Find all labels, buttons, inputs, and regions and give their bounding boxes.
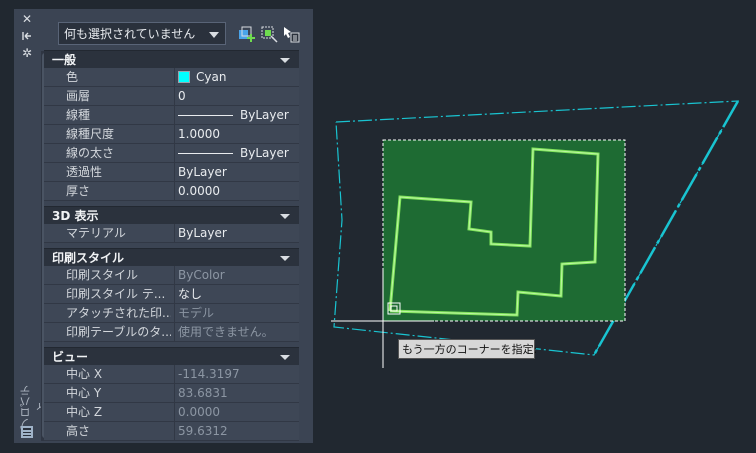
column-divider <box>174 422 175 441</box>
collapse-arrow-icon[interactable] <box>280 256 290 261</box>
column-divider <box>174 68 175 87</box>
property-value: Cyan <box>178 68 295 87</box>
property-row[interactable]: 厚さ 0.0000 <box>44 182 299 201</box>
property-label: 印刷テーブルのタ... <box>66 325 171 339</box>
property-row[interactable]: アタッチされた印... モデル <box>44 304 299 323</box>
property-row[interactable]: 印刷スタイル ByColor <box>44 266 299 285</box>
section-title: ビュー <box>52 350 89 364</box>
property-value: -114.3197 <box>178 367 240 381</box>
property-label: 透過性 <box>66 165 103 179</box>
property-label: 中心 Y <box>66 386 102 400</box>
property-value: ByLayer <box>178 165 227 179</box>
section-title: 一般 <box>52 53 77 67</box>
property-label: 印刷スタイル <box>66 268 139 282</box>
property-row[interactable]: 印刷スタイル テ... なし <box>44 285 299 304</box>
close-icon[interactable]: ✕ <box>20 12 34 26</box>
property-value: ByLayer <box>240 146 289 160</box>
property-row[interactable]: 線種尺度 1.0000 <box>44 125 299 144</box>
property-value: ByColor <box>178 268 225 282</box>
property-value: 1.0000 <box>178 127 220 141</box>
property-label: 中心 Z <box>66 405 103 419</box>
column-divider <box>174 403 175 422</box>
property-value: 0.0000 <box>178 184 220 198</box>
column-divider <box>174 384 175 403</box>
collapse-arrow-icon[interactable] <box>280 214 290 219</box>
color-swatch <box>178 71 190 83</box>
property-row[interactable]: 中心 Y 83.6831 <box>44 384 299 403</box>
property-row[interactable]: 画層 0 <box>44 87 299 106</box>
property-row[interactable]: 高さ 59.6312 <box>44 422 299 441</box>
linetype-preview <box>178 115 233 116</box>
property-label: 高さ <box>66 424 91 438</box>
selection-window <box>382 139 626 322</box>
property-value: ByLayer <box>240 108 289 122</box>
property-label: 中心 X <box>66 367 103 381</box>
palette-title-rail: ✕ ✲ プロパティ <box>14 9 48 443</box>
column-divider <box>174 182 175 201</box>
property-value: 0.0000 <box>178 405 220 419</box>
linetype-preview <box>178 153 233 154</box>
column-divider <box>174 266 175 285</box>
section-title: 3D 表示 <box>52 209 99 223</box>
properties-icon[interactable] <box>20 425 34 439</box>
property-label: 色 <box>66 70 79 84</box>
selection-dropdown-value: 何も選択されていません <box>64 27 196 41</box>
column-divider <box>174 144 175 163</box>
property-label: 線種 <box>66 108 91 122</box>
section-header-general[interactable]: 一般 <box>44 50 299 68</box>
property-label: 画層 <box>66 89 91 103</box>
selection-dropdown[interactable]: 何も選択されていません <box>58 22 226 45</box>
color-name: Cyan <box>196 70 227 84</box>
column-divider <box>174 323 175 342</box>
column-divider <box>174 285 175 304</box>
property-row[interactable]: 色 Cyan <box>44 68 299 87</box>
property-row[interactable]: 線種 ByLayer <box>44 106 299 125</box>
property-row[interactable]: 透過性 ByLayer <box>44 163 299 182</box>
property-row[interactable]: 中心 X -114.3197 <box>44 365 299 384</box>
property-row[interactable]: マテリアル ByLayer <box>44 224 299 243</box>
collapse-arrow-icon[interactable] <box>280 58 290 63</box>
property-label: マテリアル <box>66 226 126 240</box>
property-value: なし <box>178 287 203 301</box>
section-title: 印刷スタイル <box>52 251 125 265</box>
column-divider <box>174 304 175 323</box>
property-label: アタッチされた印... <box>66 306 171 320</box>
select-objects-icon[interactable] <box>260 25 278 43</box>
section-header-view[interactable]: ビュー <box>44 347 299 365</box>
quick-select-icon[interactable] <box>238 25 256 43</box>
column-divider <box>174 87 175 106</box>
section-header-plot[interactable]: 印刷スタイル <box>44 248 299 266</box>
pickadd-toggle-icon[interactable] <box>282 25 300 43</box>
drawing-canvas[interactable] <box>314 0 756 453</box>
property-value: ByLayer <box>178 226 227 240</box>
autohide-icon[interactable] <box>20 29 34 43</box>
property-row[interactable]: 線の太さ ByLayer <box>44 144 299 163</box>
palette-toolbar: 何も選択されていません <box>58 22 308 46</box>
property-label: 線種尺度 <box>66 127 115 141</box>
property-label: 印刷スタイル テ... <box>66 287 166 301</box>
property-value: 83.6831 <box>178 386 228 400</box>
section-header-3d[interactable]: 3D 表示 <box>44 206 299 224</box>
property-label: 厚さ <box>66 184 91 198</box>
property-label: 線の太さ <box>66 146 115 160</box>
property-value: 59.6312 <box>178 424 228 438</box>
column-divider <box>174 224 175 243</box>
command-tooltip: もう一方のコーナーを指定: <box>398 339 537 359</box>
property-grid: 一般色 Cyan 画層 0 線種 ByLayer 線種尺度 1.0000 線の太さ ByLayer… <box>44 50 299 441</box>
gear-icon[interactable]: ✲ <box>20 46 34 60</box>
property-value: 0 <box>178 89 186 103</box>
collapse-arrow-icon[interactable] <box>280 355 290 360</box>
chevron-down-icon <box>209 32 219 38</box>
column-divider <box>174 365 175 384</box>
property-row[interactable]: 印刷テーブルのタ... 使用できません。 <box>44 323 299 342</box>
column-divider <box>174 106 175 125</box>
property-value: モデル <box>178 306 215 320</box>
property-value: 使用できません。 <box>178 325 274 339</box>
property-row[interactable]: 中心 Z 0.0000 <box>44 403 299 422</box>
column-divider <box>174 163 175 182</box>
column-divider <box>174 125 175 144</box>
